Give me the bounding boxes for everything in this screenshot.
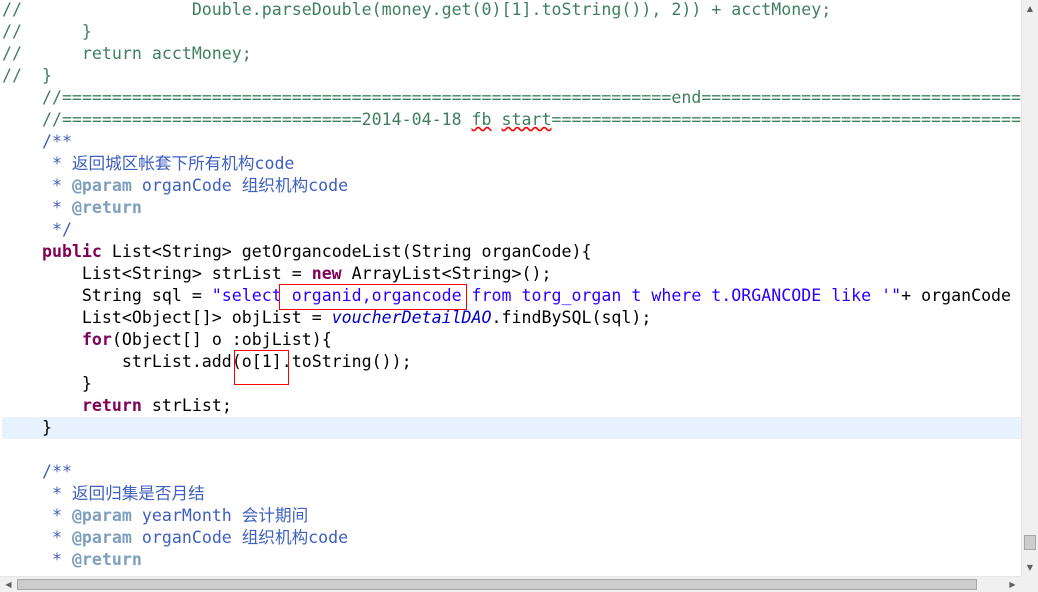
code-line[interactable]: String sql = "select organid,organcode f…	[2, 285, 1011, 307]
code-token: @return	[71, 198, 142, 217]
code-token: strList;	[141, 396, 232, 415]
code-line[interactable]: // return acctMoney;	[2, 43, 252, 65]
code-token: organCode 组织机构code	[131, 528, 349, 547]
code-token: *	[2, 550, 72, 569]
code-token: start	[501, 110, 552, 129]
code-token: fb	[471, 110, 492, 129]
code-token: @param	[71, 506, 132, 525]
code-token: List<String> strList =	[2, 264, 312, 283]
code-line[interactable]: }	[2, 417, 1021, 439]
code-line[interactable]: List<String> strList = new ArrayList<Str…	[2, 263, 552, 285]
code-token: + organCode	[901, 286, 1012, 305]
code-area[interactable]: // Double.parseDouble(money.get(0)[1].to…	[0, 0, 1021, 576]
code-token: //==============================2014-04-…	[2, 110, 472, 129]
code-line[interactable]: strList.add(o[1].toString());	[2, 351, 412, 373]
code-line[interactable]: // }	[2, 65, 52, 87]
code-token: * 返回城区帐套下所有机构code	[2, 154, 295, 173]
code-token: //	[2, 66, 22, 85]
code-token: organCode 组织机构code	[131, 176, 349, 195]
code-token: *	[2, 176, 72, 195]
code-token: new	[311, 264, 342, 283]
code-token: yearMonth 会计期间	[131, 506, 309, 525]
code-line[interactable]: public List<String> getOrgancodeList(Str…	[2, 241, 591, 263]
code-line[interactable]: /**	[2, 131, 72, 153]
arrow-right-icon[interactable]: ▶	[1004, 577, 1021, 592]
code-token: //======================================…	[2, 88, 1021, 107]
code-editor[interactable]: // Double.parseDouble(money.get(0)[1].to…	[0, 0, 1038, 592]
code-line[interactable]: return strList;	[2, 395, 232, 417]
code-token: @return	[71, 550, 142, 569]
code-line[interactable]: // Double.parseDouble(money.get(0)[1].to…	[2, 0, 831, 21]
code-line[interactable]: * 返回城区帐套下所有机构code	[2, 153, 295, 175]
code-token: List<String> getOrgancodeList(String org…	[101, 242, 592, 261]
code-token: for	[81, 330, 112, 349]
code-token: @param	[71, 528, 132, 547]
vertical-scroll-thumb[interactable]	[1024, 535, 1036, 550]
code-token: }	[21, 22, 92, 41]
code-token: /**	[2, 132, 72, 151]
horizontal-scroll-thumb[interactable]	[17, 579, 977, 590]
code-token: public	[41, 242, 102, 261]
code-token: List<Object[]> objList =	[2, 308, 332, 327]
code-token: //	[2, 22, 22, 41]
code-token: voucherDetailDAO	[331, 308, 492, 327]
code-token: .findBySQL(sql);	[491, 308, 652, 327]
code-token: */	[2, 220, 72, 239]
code-token: ========================================…	[551, 110, 1021, 129]
code-line[interactable]: /**	[2, 461, 72, 483]
horizontal-scrollbar[interactable]: ◀ ▶	[0, 576, 1021, 592]
arrow-left-icon[interactable]: ◀	[0, 577, 17, 592]
code-line[interactable]: * @param yearMonth 会计期间	[2, 505, 308, 527]
code-token: return acctMoney;	[21, 44, 252, 63]
code-token: /**	[2, 462, 72, 481]
code-line[interactable]: */	[2, 219, 72, 241]
code-token: "select organid,organcode from torg_orga…	[211, 286, 902, 305]
code-token: *	[2, 506, 72, 525]
code-token: //	[2, 44, 22, 63]
code-token: @param	[71, 176, 132, 195]
code-line[interactable]: * 返回归集是否月结	[2, 483, 205, 505]
code-line[interactable]: for(Object[] o :objList){	[2, 329, 332, 351]
code-line[interactable]: //======================================…	[2, 87, 1021, 109]
code-token: Double.parseDouble(money.get(0)[1].toStr…	[21, 0, 832, 19]
code-line[interactable]: }	[2, 373, 92, 395]
code-line[interactable]: List<Object[]> objList = voucherDetailDA…	[2, 307, 651, 329]
code-line[interactable]: //==============================2014-04-…	[2, 109, 1021, 131]
code-token: }	[2, 374, 92, 393]
code-line[interactable]: // }	[2, 21, 92, 43]
code-token: *	[2, 528, 72, 547]
code-token: ArrayList<String>();	[341, 264, 552, 283]
code-line[interactable]: * @param organCode 组织机构code	[2, 527, 348, 549]
code-token: (Object[] o :objList){	[111, 330, 332, 349]
code-token: }	[2, 418, 52, 437]
vertical-scrollbar[interactable]: ▲ ▼	[1021, 0, 1038, 576]
code-token: strList.add(o[1].toString());	[2, 352, 412, 371]
code-line[interactable]: * @return	[2, 549, 142, 571]
code-line[interactable]: * @return	[2, 197, 142, 219]
code-line[interactable]: * @param organCode 组织机构code	[2, 175, 348, 197]
code-token: return	[81, 396, 142, 415]
code-token: *	[2, 198, 72, 217]
code-token: }	[21, 66, 52, 85]
code-token: * 返回归集是否月结	[2, 484, 205, 503]
code-token: //	[2, 0, 22, 19]
scrollbar-corner	[1021, 576, 1038, 592]
code-token: String sql =	[2, 286, 212, 305]
arrow-up-icon[interactable]: ▲	[1022, 0, 1038, 17]
arrow-down-icon[interactable]: ▼	[1022, 559, 1038, 576]
